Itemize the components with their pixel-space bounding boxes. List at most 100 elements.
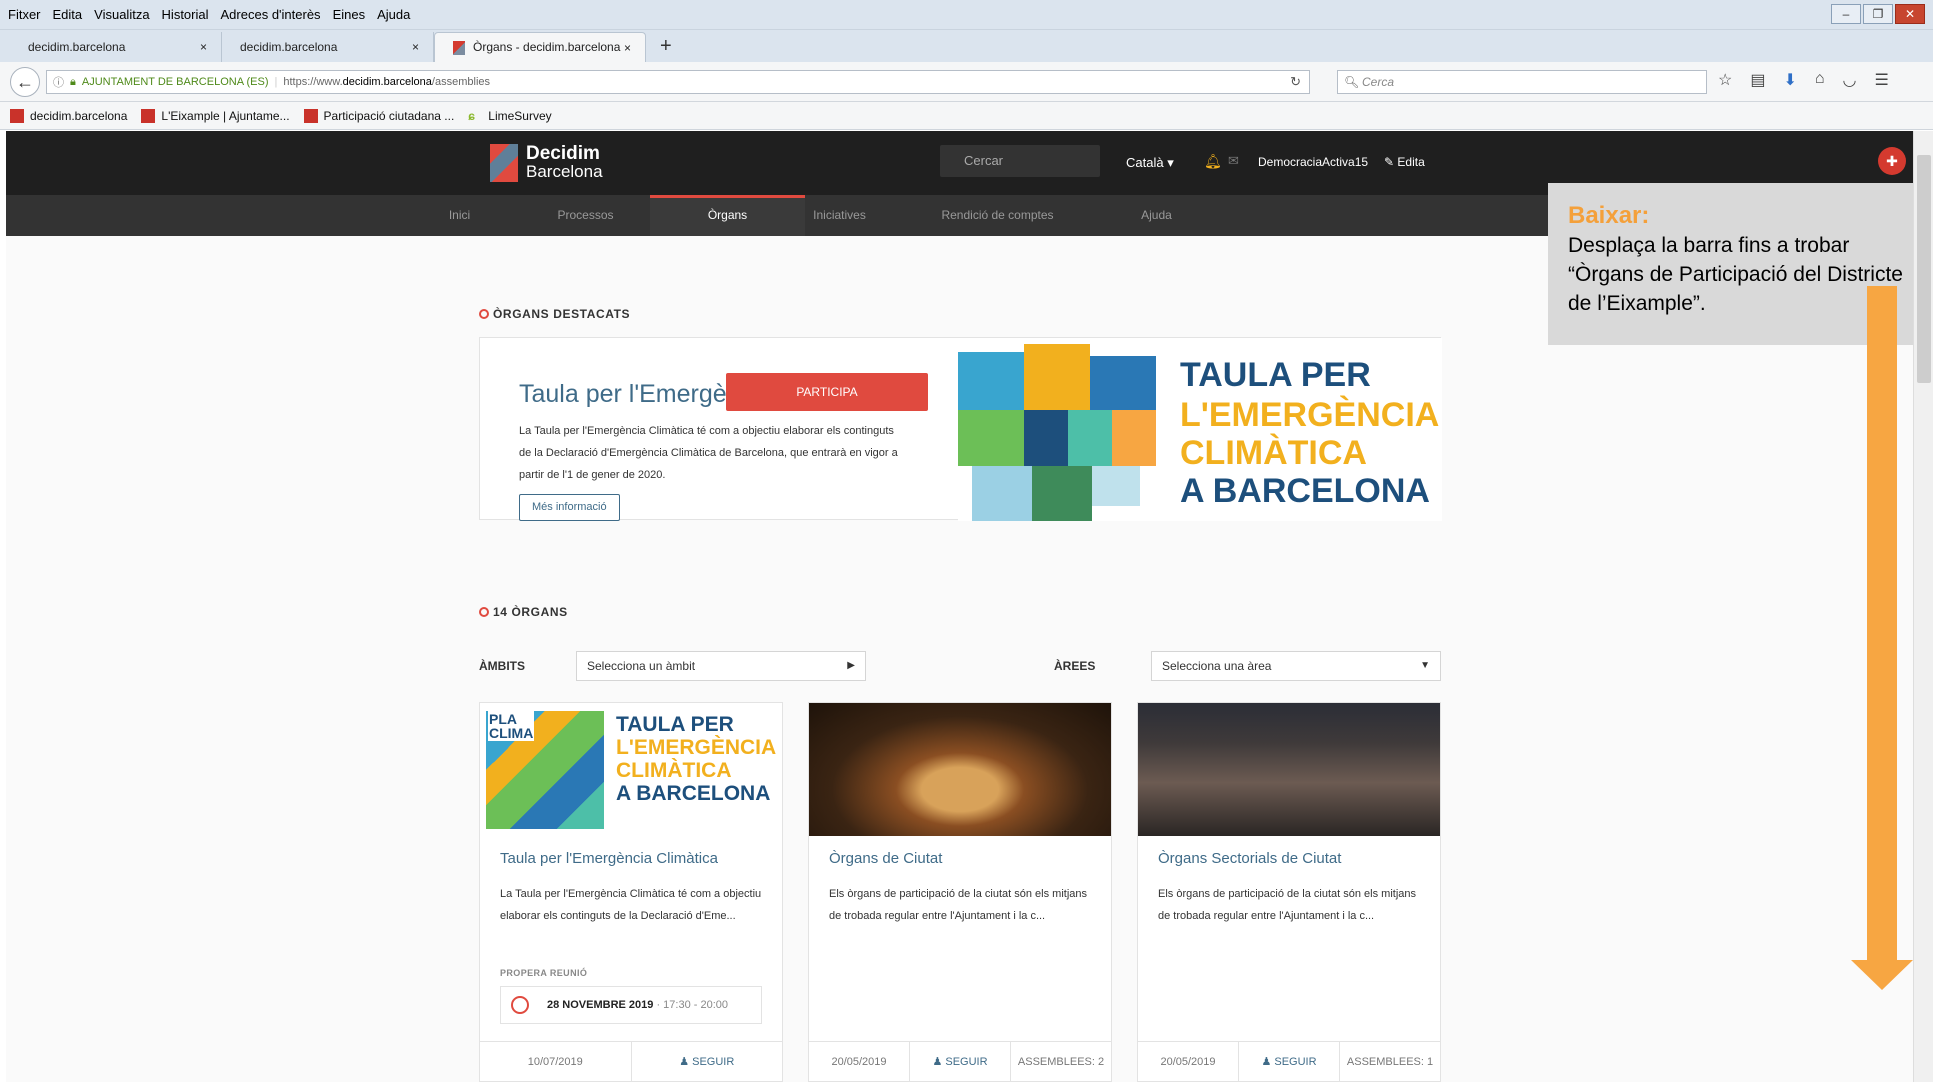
download-icon[interactable]: ⬇ <box>1783 70 1796 90</box>
audience-photo <box>1138 703 1440 836</box>
ajuntament-favicon-icon <box>141 108 156 123</box>
list-section-title: 14 ÒRGANS <box>479 605 568 619</box>
close-tab-icon[interactable]: × <box>412 40 419 54</box>
tab-label: Òrgans - decidim.barcelona <box>473 40 621 55</box>
banner-line: L'EMERGÈNCIA <box>1180 396 1440 434</box>
menu-help[interactable]: Ajuda <box>377 7 410 22</box>
browser-tab[interactable]: decidim.barcelona × <box>222 32 434 62</box>
assembly-card[interactable]: Òrgans Sectorials de Ciutat Els òrgans d… <box>1137 702 1441 1082</box>
nav-processos[interactable]: Processos <box>508 195 663 236</box>
arrow-head-icon <box>1851 960 1913 990</box>
card-title[interactable]: Òrgans Sectorials de Ciutat <box>1158 850 1341 867</box>
menu-edit[interactable]: Edita <box>53 7 83 22</box>
toolbar-icons: ☆ ▤ ⬇ ⌂ ◡ ☰ <box>1718 70 1889 90</box>
site-logo[interactable]: Decidim Barcelona <box>490 144 603 182</box>
assembly-card[interactable]: PLA CLIMA TAULA PER L'EMERGÈNCIA CLIMÀTIC… <box>479 702 783 1082</box>
menu-view[interactable]: Visualitza <box>94 7 149 22</box>
decidim-favicon-icon <box>10 108 24 123</box>
ambit-select[interactable]: Selecciona un àmbit ▶ <box>576 651 866 681</box>
card-footer: 20/05/2019 ♟ SEGUIR ASSEMBLEES: 1 <box>1138 1041 1440 1081</box>
decidim-logo-icon <box>490 144 518 182</box>
browser-tab-active[interactable]: Òrgans - decidim.barcelona × <box>434 32 646 62</box>
assembly-card[interactable]: Òrgans de Ciutat Els òrgans de participa… <box>808 702 1112 1082</box>
close-tab-icon[interactable]: × <box>624 41 631 55</box>
banner-line: L'EMERGÈNCIA <box>616 736 777 759</box>
menu-history[interactable]: Historial <box>162 7 209 22</box>
bookmark-star-icon[interactable]: ☆ <box>1718 70 1732 90</box>
bookmark-item[interactable]: ɕ LimeSurvey <box>468 109 551 123</box>
browser-search-input[interactable]: 🔍︎ Cerca <box>1337 70 1707 94</box>
bookmark-item[interactable]: L'Eixample | Ajuntame... <box>141 108 290 123</box>
notifications-bell-icon[interactable]: 🔔︎ <box>1204 153 1222 170</box>
climate-mosaic-illustration <box>958 338 1156 521</box>
browser-window: Fitxer Edita Visualitza Historial Adrece… <box>0 0 1933 1082</box>
chevron-right-icon: ▶ <box>847 660 855 671</box>
follow-button[interactable]: ♟ SEGUIR <box>632 1042 783 1081</box>
back-arrow-icon[interactable]: ← <box>10 67 40 97</box>
banner-line: A BARCELONA <box>1180 472 1430 510</box>
nav-ajuda[interactable]: Ajuda <box>1079 195 1234 236</box>
scrollbar-thumb[interactable] <box>1917 155 1931 383</box>
messages-envelope-icon[interactable]: ✉ <box>1228 153 1239 169</box>
follow-button[interactable]: ♟ SEGUIR <box>910 1042 1011 1081</box>
minimize-button[interactable]: – <box>1831 4 1861 24</box>
close-tab-icon[interactable]: × <box>200 40 207 54</box>
instruction-callout: Baixar: Desplaça la barra fins a trobar … <box>1548 183 1920 345</box>
more-info-button[interactable]: Més informació <box>519 494 620 521</box>
nav-rendicio-comptes[interactable]: Rendició de comptes <box>920 195 1075 236</box>
card-date: 20/05/2019 <box>809 1042 910 1081</box>
featured-description: La Taula per l'Emergència Climàtica té c… <box>519 425 898 481</box>
chevron-down-icon: ▼ <box>1420 660 1430 671</box>
lock-icon: 🔒︎ <box>70 75 76 88</box>
new-tab-icon[interactable]: + <box>660 35 672 58</box>
limesurvey-icon: ɕ <box>468 108 475 123</box>
card-title[interactable]: Taula per l'Emergència Climàtica <box>500 850 718 867</box>
window-controls: – ❐ ✕ <box>1831 4 1925 24</box>
language-selector[interactable]: Català ▾ <box>1126 155 1174 171</box>
card-description: La Taula per l'Emergència Climàtica té c… <box>500 888 762 922</box>
site-search-input[interactable]: Cercar <box>940 145 1100 177</box>
callout-text: Desplaça la barra fins a trobar “Òrgans … <box>1568 234 1903 315</box>
menu-icon[interactable]: ☰ <box>1875 70 1889 90</box>
user-menu[interactable]: DemocraciaActiva15 <box>1258 155 1368 169</box>
menu-bookmarks[interactable]: Adreces d'interès <box>221 7 321 22</box>
assemblies-count: ASSEMBLEES: 1 <box>1346 1056 1434 1068</box>
bookmark-item[interactable]: decidim.barcelona <box>10 108 127 123</box>
bookmarks-bar: decidim.barcelona L'Eixample | Ajuntame.… <box>0 102 1933 130</box>
vertical-scrollbar[interactable] <box>1913 131 1933 1082</box>
participa-button[interactable]: PARTICIPA <box>726 373 928 411</box>
close-button[interactable]: ✕ <box>1895 4 1925 24</box>
nav-iniciatives[interactable]: Iniciatives <box>762 195 917 236</box>
council-chamber-photo <box>809 703 1111 836</box>
card-title[interactable]: Òrgans de Ciutat <box>829 850 942 867</box>
browser-tab[interactable]: decidim.barcelona × <box>10 32 222 62</box>
ajuntament-badge-icon[interactable]: ✚ <box>1878 147 1906 175</box>
reload-icon[interactable]: ↻ <box>1290 74 1301 90</box>
scroll-down-arrow-icon <box>1867 286 1897 966</box>
maximize-button[interactable]: ❐ <box>1863 4 1893 24</box>
bookmark-item[interactable]: Participació ciutadana ... <box>303 108 454 123</box>
edit-profile-link[interactable]: ✎ Edita <box>1384 155 1425 169</box>
area-select[interactable]: Selecciona una àrea ▼ <box>1151 651 1441 681</box>
search-icon: 🔍︎ <box>1344 75 1360 89</box>
menu-file[interactable]: Fitxer <box>8 7 41 22</box>
banner-line: TAULA PER <box>616 713 734 736</box>
next-meeting[interactable]: 28 NOVEMBRE 2019 · 17:30 - 20:00 <box>500 986 762 1024</box>
ambits-label: ÀMBITS <box>479 659 525 673</box>
banner-line: A BARCELONA <box>616 782 771 805</box>
tab-label: decidim.barcelona <box>240 40 338 54</box>
reading-list-icon[interactable]: ▤ <box>1750 70 1765 90</box>
navigation-toolbar: ← ⓘ 🔒︎ AJUNTAMENT DE BARCELONA (ES) | ht… <box>0 62 1933 102</box>
next-meeting-label: PROPERA REUNIÓ <box>500 968 588 978</box>
ajuntament-favicon-icon <box>303 108 318 123</box>
home-icon[interactable]: ⌂ <box>1815 70 1825 90</box>
info-icon[interactable]: ⓘ <box>53 74 64 90</box>
address-bar[interactable]: ⓘ 🔒︎ AJUNTAMENT DE BARCELONA (ES) | http… <box>46 70 1310 94</box>
banner-line: CLIMÀTICA <box>616 759 732 782</box>
card-date: 10/07/2019 <box>480 1042 632 1081</box>
card-description: Els òrgans de participació de la ciutat … <box>1158 888 1417 922</box>
pocket-icon[interactable]: ◡ <box>1843 70 1857 90</box>
tab-label: decidim.barcelona <box>28 40 126 54</box>
follow-button[interactable]: ♟ SEGUIR <box>1239 1042 1340 1081</box>
menu-tools[interactable]: Eines <box>333 7 366 22</box>
